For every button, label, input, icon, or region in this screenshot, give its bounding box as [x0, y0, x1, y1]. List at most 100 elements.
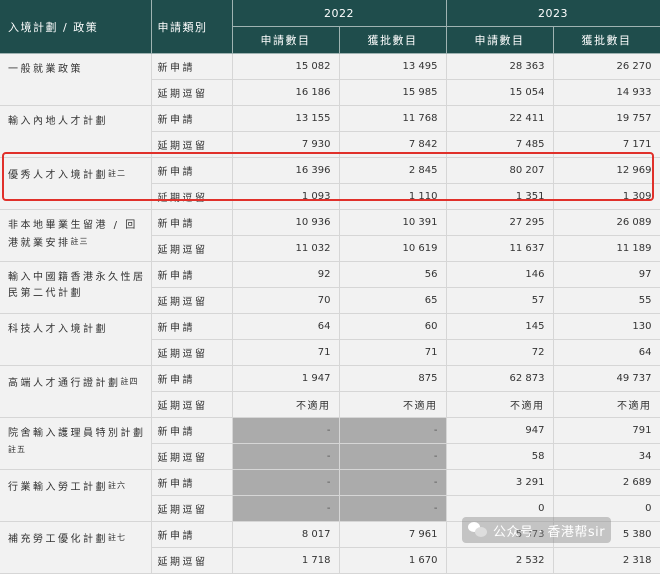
application-type: 新申請 [151, 157, 233, 184]
value-cell: - [232, 495, 340, 522]
value-cell: 14 933 [553, 79, 660, 106]
value-cell: 146 [446, 261, 554, 288]
header-year-2022: 2022 [232, 0, 447, 27]
scheme-label: 行業輸入勞工計劃 [8, 482, 108, 493]
value-cell: 64 [232, 313, 340, 340]
value-cell: - [339, 417, 447, 444]
application-type: 延期逗留 [151, 235, 233, 262]
scheme-name: 高端人才通行證計劃註四 [0, 365, 152, 418]
value-cell: 875 [339, 365, 447, 392]
value-cell: 55 [553, 287, 660, 314]
value-cell: 不適用 [553, 391, 660, 418]
value-cell: 7 930 [232, 131, 340, 158]
application-type: 新申請 [151, 313, 233, 340]
value-cell: 56 [339, 261, 447, 288]
value-cell: 11 189 [553, 235, 660, 262]
header-approvals-2023: 獲批數目 [553, 26, 660, 54]
value-cell: 130 [553, 313, 660, 340]
value-cell: 3 291 [446, 469, 554, 496]
value-cell: 1 093 [232, 183, 340, 210]
table-row: 優秀人才入境計劃註二 新申請 16 396 2 845 80 207 12 969 [0, 157, 660, 210]
value-cell: 10 619 [339, 235, 447, 262]
value-cell: 145 [446, 313, 554, 340]
value-cell: - [232, 469, 340, 496]
value-cell: 1 670 [339, 547, 447, 574]
header-type: 申請類別 [151, 0, 233, 54]
value-cell: 不適用 [339, 391, 447, 418]
value-cell: 26 089 [553, 209, 660, 236]
application-type: 新申請 [151, 105, 233, 132]
value-cell: - [339, 469, 447, 496]
scheme-name: 輸入內地人才計劃 [0, 105, 152, 158]
value-cell: 2 689 [553, 469, 660, 496]
value-cell: 2 318 [553, 547, 660, 574]
application-type: 新申請 [151, 469, 233, 496]
application-type: 延期逗留 [151, 443, 233, 470]
value-cell: 791 [553, 417, 660, 444]
table-row: 輸入中國籍香港永久性居民第二代計劃 新申請 92 56 146 97 [0, 261, 660, 314]
value-cell: 64 [553, 339, 660, 366]
value-cell: 49 737 [553, 365, 660, 392]
header-applications-2022: 申請數目 [232, 26, 340, 54]
value-cell: 11 032 [232, 235, 340, 262]
value-cell: 2 532 [446, 547, 554, 574]
value-cell: 13 495 [339, 53, 447, 80]
value-cell: 7 961 [339, 521, 447, 548]
value-cell: 10 391 [339, 209, 447, 236]
value-cell: 7 842 [339, 131, 447, 158]
application-type: 新申請 [151, 53, 233, 80]
application-type: 延期逗留 [151, 495, 233, 522]
footnote-ref: 註五 [8, 445, 26, 454]
application-type: 延期逗留 [151, 547, 233, 574]
table-row: 院舍輸入護理員特別計劃註五 新申請 - -947 791 [0, 417, 660, 470]
scheme-name: 科技人才入境計劃 [0, 313, 152, 366]
footnote-ref: 註四 [120, 377, 139, 386]
value-cell: 11 768 [339, 105, 447, 132]
value-cell: 34 [553, 443, 660, 470]
value-cell: 62 873 [446, 365, 554, 392]
application-type: 新申請 [151, 261, 233, 288]
scheme-name: 行業輸入勞工計劃註六 [0, 469, 152, 522]
scheme-name: 補充勞工優化計劃註七 [0, 521, 152, 574]
footnote-ref: 註三 [70, 237, 89, 246]
value-cell: 71 [339, 339, 447, 366]
watermark-text: 公众号 · 香港帮sir [493, 524, 606, 540]
application-type: 新申請 [151, 209, 233, 236]
value-cell: 80 207 [446, 157, 554, 184]
value-cell: 70 [232, 287, 340, 314]
application-type: 新申請 [151, 417, 233, 444]
value-cell: 947 [446, 417, 554, 444]
value-cell: 8 017 [232, 521, 340, 548]
value-cell: 65 [339, 287, 447, 314]
value-cell: 1 947 [232, 365, 340, 392]
value-cell: 不適用 [232, 391, 340, 418]
value-cell: 15 082 [232, 53, 340, 80]
value-cell: 12 969 [553, 157, 660, 184]
scheme-name: 非本地畢業生留港 / 回港就業安排註三 [0, 209, 152, 262]
watermark: 公众号 · 香港帮sir [462, 517, 612, 543]
immigration-stats-table: 入境計劃 / 政策 申請類別 2022 2023 申請數目 獲批數目 申請數目 … [0, 0, 660, 574]
value-cell: 1 351 [446, 183, 554, 210]
scheme-name: 院舍輸入護理員特別計劃註五 [0, 417, 152, 470]
value-cell: 15 985 [339, 79, 447, 106]
application-type: 新申請 [151, 365, 233, 392]
wechat-icon [468, 522, 488, 538]
value-cell: 16 396 [232, 157, 340, 184]
scheme-name: 優秀人才入境計劃註二 [0, 157, 152, 210]
header-approvals-2022: 獲批數目 [339, 26, 447, 54]
value-cell: 71 [232, 339, 340, 366]
value-cell: 60 [339, 313, 447, 340]
value-cell: 26 270 [553, 53, 660, 80]
application-type: 延期逗留 [151, 183, 233, 210]
value-cell: 2 845 [339, 157, 447, 184]
scheme-label: 高端人才通行證計劃 [8, 378, 121, 389]
header-applications-2023: 申請數目 [446, 26, 554, 54]
application-type: 延期逗留 [151, 287, 233, 314]
value-cell: 10 936 [232, 209, 340, 236]
value-cell: 1 110 [339, 183, 447, 210]
scheme-label: 輸入內地人才計劃 [8, 116, 108, 127]
footnote-ref: 註二 [108, 169, 126, 178]
value-cell: 1 309 [553, 183, 660, 210]
header-year-2023: 2023 [446, 0, 660, 27]
application-type: 延期逗留 [151, 131, 233, 158]
